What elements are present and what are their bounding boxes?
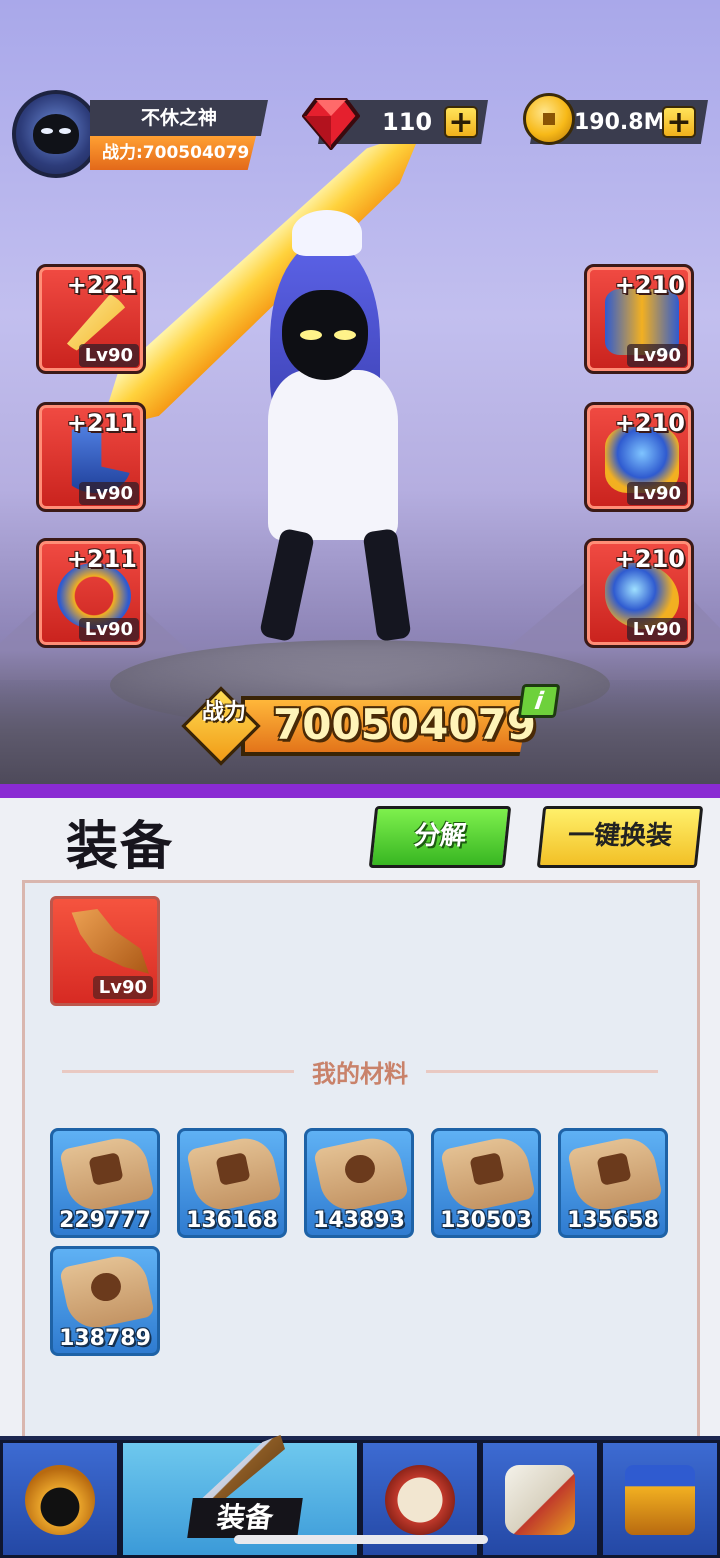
hero-eye (300, 330, 322, 340)
sword-tab-icon (195, 1435, 285, 1505)
material-count: 136168 (186, 1208, 278, 1233)
inventory-item-weapon[interactable]: Lv90 (50, 896, 160, 1006)
slot-level: Lv90 (78, 482, 139, 505)
hero-eye (334, 330, 356, 340)
slot-bonus: +211 (66, 545, 137, 573)
panel-title: 装备 (66, 817, 175, 877)
player-power: 战力:700504079 (90, 136, 256, 170)
material-weapon-scroll[interactable]: 229777 (50, 1128, 160, 1238)
gold-amount: 190.8M (574, 110, 666, 135)
player-avatar[interactable] (12, 90, 100, 178)
add-gems-button[interactable]: + (444, 106, 478, 138)
tab-hero[interactable] (0, 1440, 120, 1558)
add-gold-button[interactable]: + (662, 106, 696, 138)
slot-bonus: +210 (614, 545, 685, 573)
material-armor-scroll[interactable]: 136168 (177, 1128, 287, 1238)
combat-power-value: 700504079 (273, 700, 537, 749)
slot-level: Lv90 (78, 618, 139, 641)
equip-slot-armor[interactable]: +210 Lv90 (584, 402, 694, 512)
avatar-face (33, 114, 79, 154)
equip-slot-bracer[interactable]: +210 Lv90 (584, 264, 694, 374)
tab-equipment-label: 装备 (187, 1498, 303, 1538)
tab-inventory[interactable] (480, 1440, 600, 1558)
combat-power-banner: 战力 700504079 (181, 686, 545, 766)
gold-coin-icon (523, 93, 575, 145)
hero-hat-icon (25, 1465, 95, 1535)
material-bracer-scroll[interactable]: 135658 (558, 1128, 668, 1238)
material-count: 135658 (567, 1208, 659, 1233)
scroll-bag-icon (505, 1465, 575, 1535)
auto-equip-button[interactable]: 一键换装 (536, 806, 704, 868)
equip-slot-boots[interactable]: +211 Lv90 (36, 402, 146, 512)
material-count: 130503 (440, 1208, 532, 1233)
slot-bonus: +211 (66, 409, 137, 437)
hero-leg (362, 528, 412, 642)
slot-level: Lv90 (78, 344, 139, 367)
slot-level: Lv90 (626, 618, 687, 641)
hero-leg (258, 527, 316, 643)
material-count: 143893 (313, 1208, 405, 1233)
material-gloves-scroll[interactable]: 138789 (50, 1246, 160, 1356)
combat-power-label: 战力 (201, 700, 246, 725)
material-ring-scroll[interactable]: 143893 (304, 1128, 414, 1238)
player-name: 不休之神 (90, 100, 268, 136)
material-count: 229777 (59, 1208, 151, 1233)
materials-label: 我的材料 (312, 1060, 408, 1088)
slot-bonus: +210 (614, 409, 685, 437)
power-info-button[interactable]: i (517, 684, 561, 718)
hero-robe (268, 370, 398, 540)
home-indicator[interactable] (234, 1535, 488, 1544)
panel-top-strip (0, 784, 720, 798)
player-name-plate: 不休之神 战力:700504079 (90, 100, 268, 174)
slot-level: Lv90 (626, 344, 687, 367)
equip-slot-weapon[interactable]: +221 Lv90 (36, 264, 146, 374)
equip-slot-gloves[interactable]: +210 Lv90 (584, 538, 694, 648)
material-boots-scroll[interactable]: 130503 (431, 1128, 541, 1238)
material-count: 138789 (59, 1326, 151, 1351)
decompose-button[interactable]: 分解 (368, 806, 512, 868)
tab-shop[interactable] (600, 1440, 720, 1558)
drum-icon (385, 1465, 455, 1535)
gem-icon (302, 98, 360, 150)
equip-slot-ring[interactable]: +211 Lv90 (36, 538, 146, 648)
shop-gate-icon (625, 1465, 695, 1535)
hero-character[interactable] (230, 210, 490, 670)
hero-hat (292, 210, 362, 256)
dragon-sword-icon (71, 909, 149, 974)
slot-bonus: +210 (614, 271, 685, 299)
item-level: Lv90 (92, 976, 153, 999)
slot-level: Lv90 (626, 482, 687, 505)
slot-bonus: +221 (66, 271, 137, 299)
gem-amount: 110 (382, 108, 433, 136)
